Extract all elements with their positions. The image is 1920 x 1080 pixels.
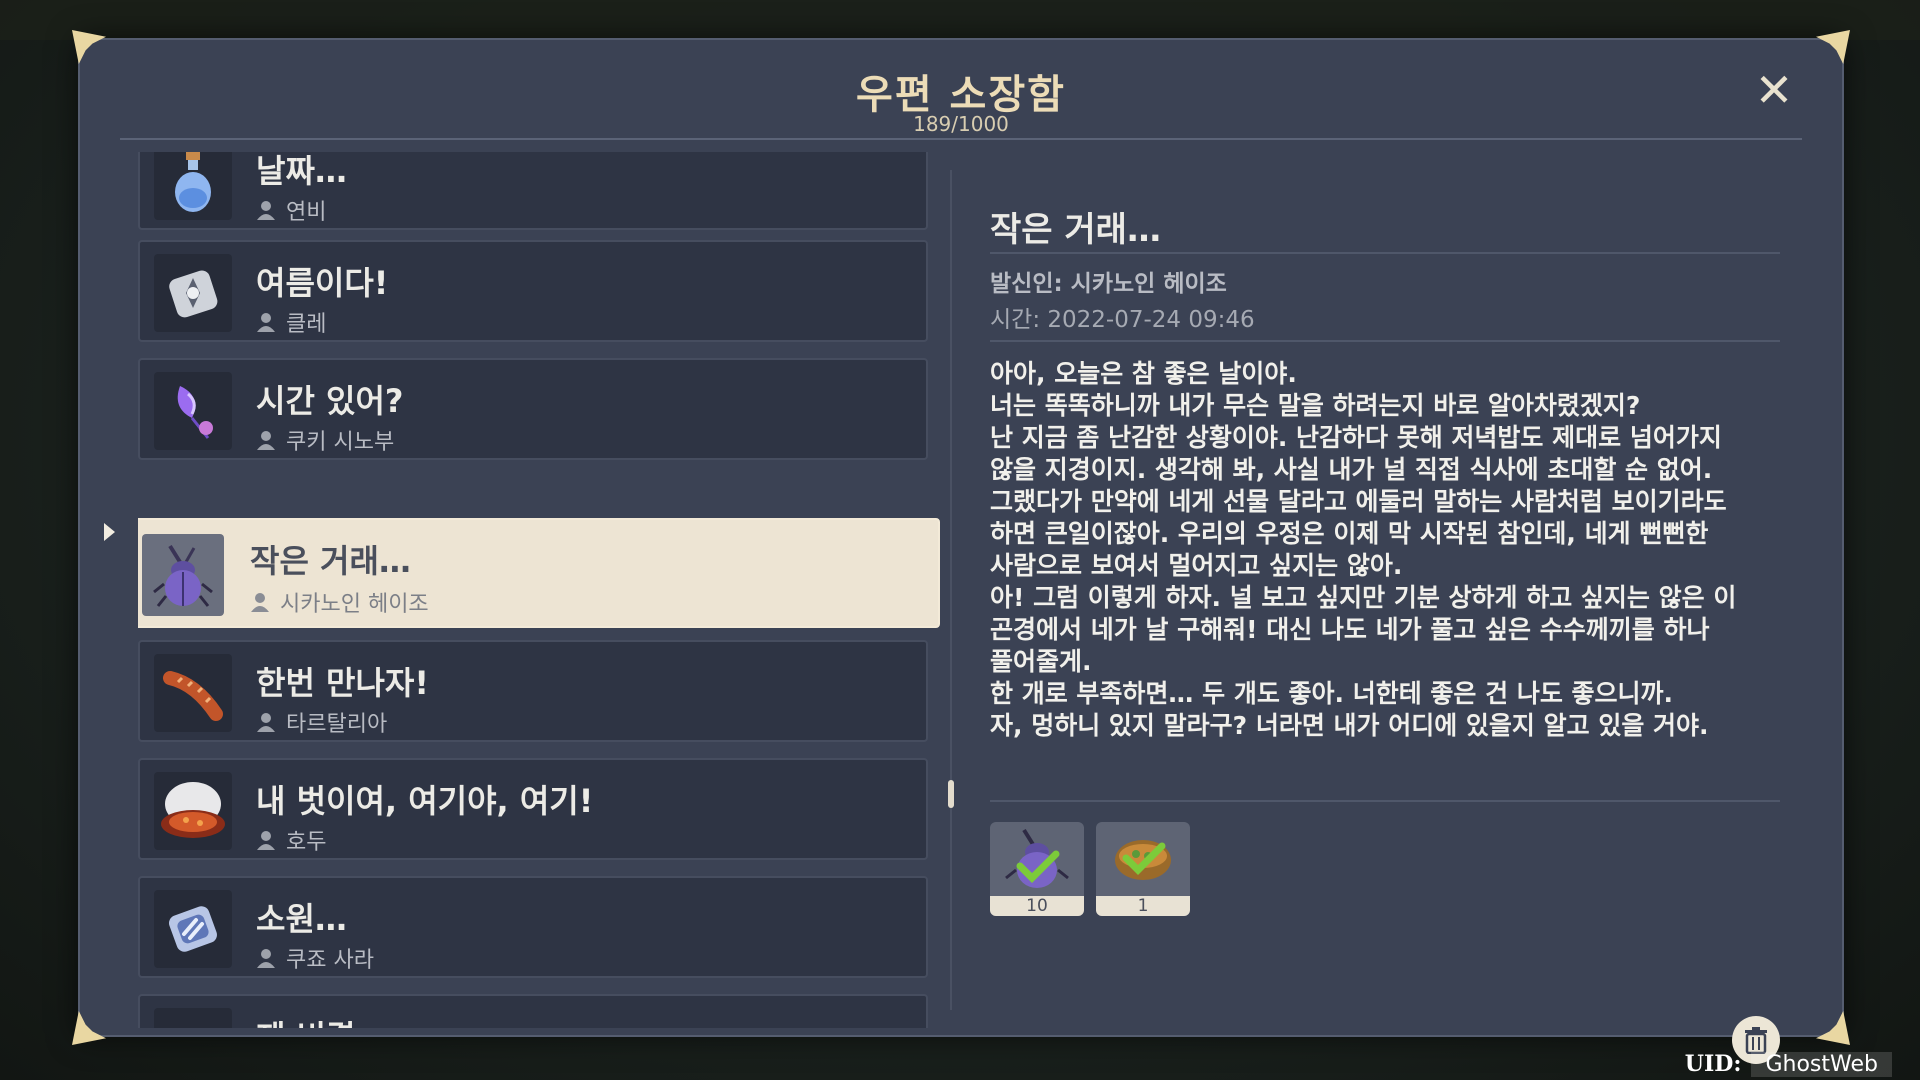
person-icon xyxy=(257,201,275,220)
mail-subject: 내 벗이여, 여기야, 여기! xyxy=(256,782,594,820)
detail-title: 작은 거래… xyxy=(990,210,1161,250)
body-line: 난 지금 좀 난감한 상황이야. 난감하다 못해 저녁밥도 제대로 넘어가지 xyxy=(990,423,1722,452)
mail-item[interactable]: 시간 있어? 쿠키 시노부 xyxy=(138,358,928,460)
close-icon: ✕ xyxy=(1754,63,1794,117)
reward-quantity: 1 xyxy=(1096,896,1190,916)
mail-sender: 시카노인 헤이조 xyxy=(280,592,429,617)
divider xyxy=(990,340,1780,342)
reward-quantity: 10 xyxy=(990,896,1084,916)
close-button[interactable]: ✕ xyxy=(1752,67,1796,113)
body-line: 아! 그럼 이렇게 하자. 널 보고 싶지만 기분 상하게 하고 싶지는 않은 … xyxy=(990,583,1737,612)
mail-subject: 제 비결… xyxy=(256,1012,387,1028)
potion-icon xyxy=(154,152,232,220)
mail-list[interactable]: 날짜… 연비 여름이다! 클레 시간 있어? 쿠키 시노부 작은 거래… 시카노… xyxy=(138,152,942,1028)
mail-sender: 타르탈리아 xyxy=(286,712,388,737)
selection-arrow-icon xyxy=(104,523,115,541)
mail-sender: 클레 xyxy=(286,312,327,337)
uid-label: UID: xyxy=(1684,1051,1742,1077)
detail-sender: 발신인: 시카노인 헤이조 xyxy=(990,271,1227,297)
body-line: 자, 멍하니 있지 말라구? 너라면 내가 어디에 있을지 알고 있을 거야. xyxy=(990,711,1709,740)
mail-sender: 호두 xyxy=(286,830,327,855)
person-icon xyxy=(257,831,275,850)
uid-display: UID: GhostWeb xyxy=(1685,1050,1892,1078)
reward-item[interactable]: 10 xyxy=(990,822,1084,916)
person-icon xyxy=(251,593,269,612)
attachments: 10 1 xyxy=(990,822,1190,916)
body-line: 너는 똑똑하니까 내가 무슨 말을 하려는지 바로 알아차렸겠지? xyxy=(990,391,1641,420)
mailbox-window: 우편 소장함 189/1000 ✕ 날짜… 연비 여름이다! 클레 시간 있어?… xyxy=(72,30,1844,1064)
charm-icon xyxy=(154,890,232,968)
beetle-icon xyxy=(990,822,1084,896)
mail-item[interactable]: 여름이다! 클레 xyxy=(138,240,928,342)
mail-detail: 작은 거래… 발신인: 시카노인 헤이조 시간: 2022-07-24 09:4… xyxy=(990,152,1790,1064)
header-divider xyxy=(120,138,1802,140)
body-line: 풀어줄게. xyxy=(990,647,1092,676)
mail-item[interactable]: 한번 만나자! 타르탈리아 xyxy=(138,640,928,742)
mail-subject: 소원… xyxy=(256,900,347,938)
background-bar xyxy=(0,0,1920,40)
mail-subject: 날짜… xyxy=(256,152,347,190)
mail-sender: 연비 xyxy=(286,200,327,225)
mail-subject: 시간 있어? xyxy=(256,382,404,420)
beetle-icon xyxy=(142,534,224,616)
body-line: 아아, 오늘은 참 좋은 날이야. xyxy=(990,359,1297,388)
divider xyxy=(990,800,1780,802)
detail-time: 시간: 2022-07-24 09:46 xyxy=(990,307,1255,333)
person-icon xyxy=(257,713,275,732)
person-icon xyxy=(257,431,275,450)
mail-subject: 작은 거래… xyxy=(250,542,411,580)
mail-item[interactable]: 소원… 쿠죠 사라 xyxy=(138,876,928,978)
body-line: 곤경에서 네가 날 구해줘! 대신 나도 네가 풀고 싶은 수수께끼를 하나 xyxy=(990,615,1710,644)
body-line: 한 개로 부족하면… 두 개도 좋아. 너한테 좋은 건 나도 좋으니까. xyxy=(990,679,1674,708)
soup-bowl-icon xyxy=(1096,822,1190,896)
body-line: 그랬다가 만약에 네게 선물 달라고 에둘러 말하는 사람처럼 보이기라도 xyxy=(990,487,1727,516)
body-line: 사람으로 보여서 멀어지고 싶지는 않아. xyxy=(990,551,1403,580)
mail-item[interactable]: 내 벗이여, 여기야, 여기! 호두 xyxy=(138,758,928,860)
mail-subject: 여름이다! xyxy=(256,264,389,302)
mail-list-scrollbar[interactable] xyxy=(948,160,954,1020)
dango-icon xyxy=(154,1008,232,1028)
uid-value: GhostWeb xyxy=(1751,1051,1892,1077)
mail-count: 189/1000 xyxy=(913,112,1009,136)
mail-body: 아아, 오늘은 참 좋은 날이야. 너는 똑똑하니까 내가 무슨 말을 하려는지… xyxy=(990,358,1780,742)
person-icon xyxy=(257,949,275,968)
mail-subject: 한번 만나자! xyxy=(256,664,429,702)
body-line: 않을 지경이지. 생각해 봐, 사실 내가 널 직접 식사에 초대할 순 없어. xyxy=(990,455,1713,484)
divider xyxy=(990,252,1780,254)
mail-item[interactable]: 제 비결… xyxy=(138,994,928,1028)
mail-sender: 쿠키 시노부 xyxy=(286,430,395,455)
mail-sender: 쿠죠 사라 xyxy=(286,948,374,973)
flower-icon xyxy=(154,372,232,450)
mailbox-header: 우편 소장함 189/1000 ✕ xyxy=(80,40,1842,140)
scrollbar-thumb[interactable] xyxy=(948,780,954,808)
corner-ornament xyxy=(72,1011,106,1045)
dish-icon xyxy=(154,772,232,850)
bomb-icon xyxy=(154,254,232,332)
reward-item[interactable]: 1 xyxy=(1096,822,1190,916)
body-line: 하면 큰일이잖아. 우리의 우정은 이제 막 시작된 참인데, 네게 뻔뻔한 xyxy=(990,519,1709,548)
mail-item[interactable]: 날짜… 연비 xyxy=(138,152,928,230)
person-icon xyxy=(257,313,275,332)
corner-ornament xyxy=(1816,1011,1850,1045)
sausage-icon xyxy=(154,654,232,732)
mail-item-selected[interactable]: 작은 거래… 시카노인 헤이조 xyxy=(138,518,940,628)
